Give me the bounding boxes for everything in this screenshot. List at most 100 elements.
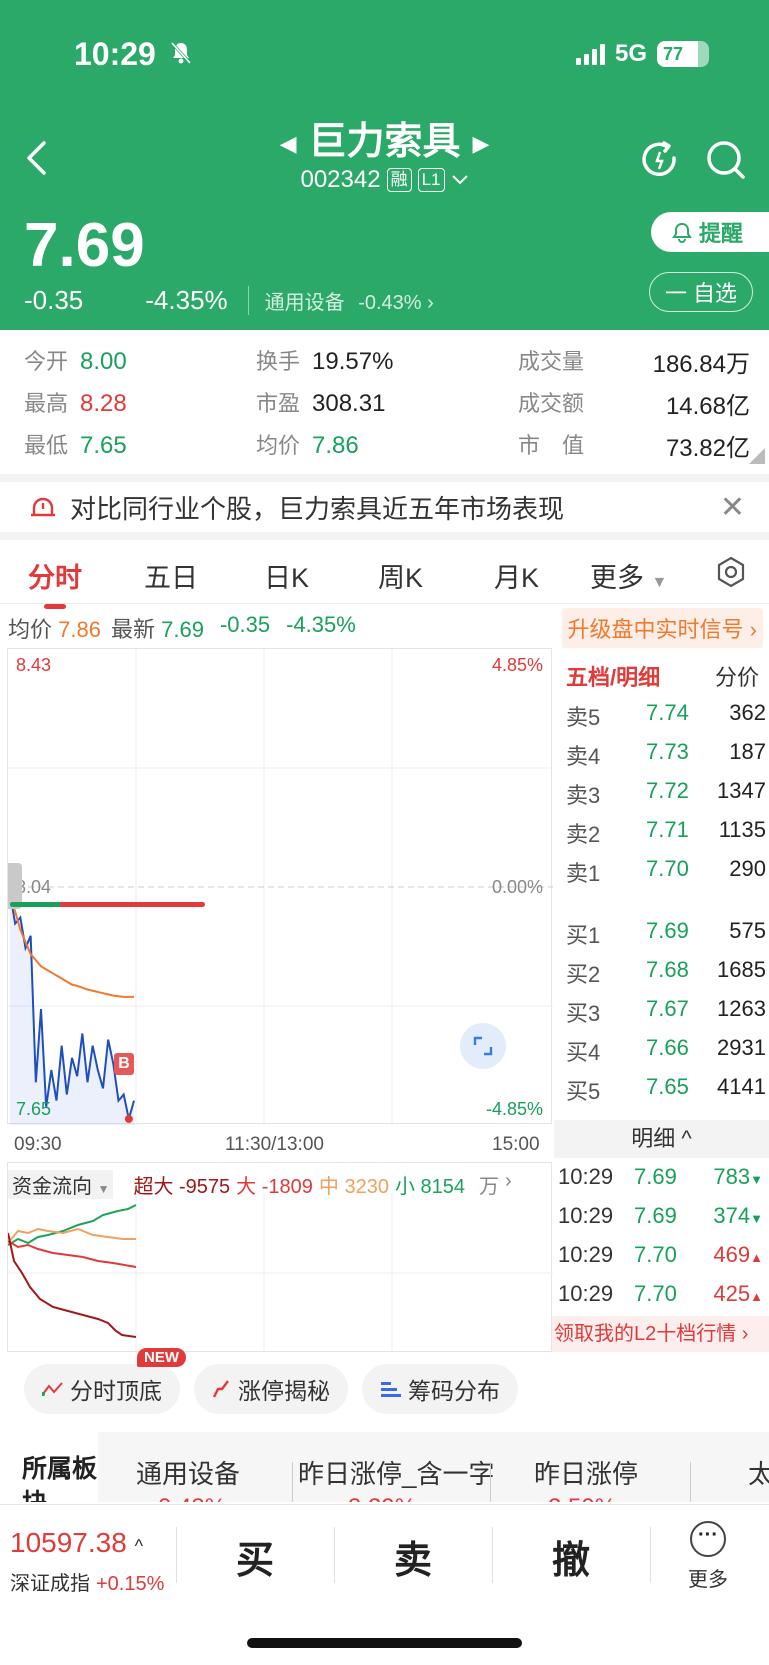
tab-more[interactable]: 更多 ▼	[590, 556, 667, 595]
book-level-label: 卖5	[566, 705, 601, 730]
order-book-row[interactable]: 买5 7.65 4141	[566, 1074, 766, 1104]
divider	[0, 532, 769, 540]
sector-item[interactable]: 通用设备	[136, 1454, 240, 1491]
trade-price: 7.69	[634, 1164, 677, 1189]
info-change-pct: -4.35%	[286, 612, 356, 637]
book-level-label: 买2	[566, 962, 601, 987]
order-book-row[interactable]: 卖2 7.71 1135	[566, 817, 766, 847]
book-quantity: 290	[729, 856, 766, 881]
fund-flow-dropdown[interactable]: 资金流向 ▼	[8, 1170, 114, 1199]
divider	[492, 1527, 493, 1583]
order-book-row[interactable]: 买3 7.67 1263	[566, 996, 766, 1026]
order-book-row[interactable]: 卖5 7.74 362	[566, 700, 766, 730]
trade-time: 10:29	[558, 1242, 614, 1267]
intraday-chart[interactable]: 8.43 8.04 7.65 4.85% 0.00% -4.85% B	[7, 648, 553, 1125]
battery-level: 77	[663, 43, 684, 64]
sector-strip-title: 所属板块	[22, 1455, 98, 1502]
divider	[690, 1462, 691, 1502]
stat-item: 成交量 186.84万	[518, 349, 750, 378]
trade-time: 10:29	[558, 1281, 614, 1306]
tab-weekly-k[interactable]: 周K	[378, 556, 423, 595]
divider	[650, 1527, 651, 1583]
wave-icon	[42, 1382, 63, 1396]
sector-item[interactable]: 昨日涨停	[534, 1454, 638, 1491]
limit-up-button[interactable]: 涨停揭秘	[194, 1364, 348, 1414]
stat-item: 成交额 14.68亿	[518, 391, 750, 420]
trade-price: 7.69	[634, 1203, 677, 1228]
price-change-pct: -4.35%	[145, 285, 228, 315]
order-book-row[interactable]: 卖4 7.73 187	[566, 739, 766, 769]
book-level-label: 卖1	[566, 861, 601, 886]
l2-quote-link[interactable]: 领取我的L2十档行情 ›	[552, 1316, 769, 1352]
buy-button[interactable]: 买	[236, 1529, 274, 1584]
tab-monthly-k[interactable]: 月K	[494, 556, 539, 595]
order-book-row[interactable]: 买1 7.69 575	[566, 918, 766, 948]
time-label-mid: 11:30/13:00	[225, 1134, 324, 1155]
pct-axis-bottom: -4.85%	[485, 1099, 543, 1119]
signal-icon	[575, 43, 605, 65]
network-label: 5G	[614, 40, 647, 67]
mute-bell-icon	[170, 41, 192, 65]
book-price: 7.67	[646, 996, 689, 1021]
search-icon[interactable]	[704, 138, 748, 182]
upgrade-signal-link[interactable]: 升级盘中实时信号 ›	[561, 608, 763, 648]
change-row: -0.35 -4.35% 通用设备 -0.43% ›	[24, 285, 434, 316]
order-book-row[interactable]: 买2 7.68 1685	[566, 957, 766, 987]
trade-qty: 469▲	[713, 1242, 763, 1267]
order-book-row[interactable]: 卖1 7.70 290	[566, 856, 766, 886]
detail-toggle[interactable]: 明细 ^	[554, 1120, 769, 1158]
sector-pct: -0.43%	[358, 292, 422, 314]
book-price: 7.65	[646, 1074, 689, 1099]
sector-item-value: -0.43%	[150, 1494, 226, 1502]
settings-icon[interactable]	[715, 556, 747, 588]
y-axis-top: 8.43	[16, 655, 52, 675]
home-indicator[interactable]	[247, 1638, 522, 1648]
book-tab-price[interactable]: 分价	[715, 660, 759, 692]
buy-signal-marker[interactable]: B	[114, 1053, 134, 1075]
sector-link[interactable]: 通用设备 -0.43% ›	[247, 286, 434, 315]
index-value-link[interactable]: 10597.38 ^	[10, 1527, 143, 1559]
tool-pills: 分时顶底 NEW 涨停揭秘 筹码分布	[24, 1348, 518, 1414]
stock-header: 10:29 5G 77 ◀ 巨力索具 ▶ 002342 融 L1 7.69 -0…	[0, 0, 769, 330]
stat-item: 换手 19.57%	[256, 348, 394, 375]
book-tab-level5[interactable]: 五档/明细	[566, 660, 660, 692]
more-icon[interactable]: ···	[690, 1521, 726, 1557]
next-stock-icon[interactable]: ▶	[473, 131, 490, 156]
expand-icon	[473, 1036, 493, 1056]
trade-time: 10:29	[558, 1164, 614, 1189]
expand-stats-icon[interactable]	[749, 448, 765, 464]
cancel-order-button[interactable]: 撤	[552, 1529, 590, 1584]
bars-icon	[381, 1382, 401, 1397]
sector-item[interactable]: 昨日涨停_含一字	[298, 1454, 494, 1491]
status-indicators: 5G 77	[575, 40, 709, 68]
trade-qty: 783▼	[713, 1164, 763, 1189]
order-book-row[interactable]: 卖3 7.72 1347	[566, 778, 766, 808]
book-quantity: 187	[729, 739, 766, 764]
time-label-open: 09:30	[14, 1134, 62, 1155]
sector-item[interactable]: 太	[748, 1454, 769, 1491]
tab-intraday[interactable]: 分时	[28, 556, 82, 609]
divider	[334, 1527, 335, 1583]
close-icon[interactable]: ✕	[720, 490, 745, 525]
price-change: -0.35	[24, 285, 84, 315]
new-badge: NEW	[137, 1348, 186, 1367]
divider	[176, 1527, 177, 1583]
watchlist-button[interactable]: 一 自选	[649, 272, 753, 312]
book-quantity: 1685	[717, 957, 766, 982]
remind-button[interactable]: 提醒	[651, 212, 769, 252]
book-price: 7.68	[646, 957, 689, 982]
book-price: 7.70	[646, 856, 689, 881]
compare-notice[interactable]: 对比同行业个股，巨力索具近五年市场表现 ✕	[0, 474, 769, 532]
order-book-row[interactable]: 买4 7.66 2931	[566, 1035, 766, 1065]
tab-daily-k[interactable]: 日K	[264, 556, 309, 595]
status-time: 10:29	[74, 36, 156, 72]
chip-distribution-button[interactable]: 筹码分布	[362, 1364, 518, 1414]
bid-ask-ratio-bar	[10, 902, 205, 907]
refresh-icon[interactable]	[638, 138, 682, 182]
more-button-label[interactable]: 更多	[688, 1563, 728, 1592]
prev-stock-icon[interactable]: ◀	[280, 131, 297, 156]
fullscreen-button[interactable]	[460, 1023, 506, 1069]
intraday-top-bottom-button[interactable]: 分时顶底 NEW	[24, 1348, 186, 1414]
sell-button[interactable]: 卖	[394, 1529, 432, 1584]
tab-five-day[interactable]: 五日	[144, 556, 198, 595]
